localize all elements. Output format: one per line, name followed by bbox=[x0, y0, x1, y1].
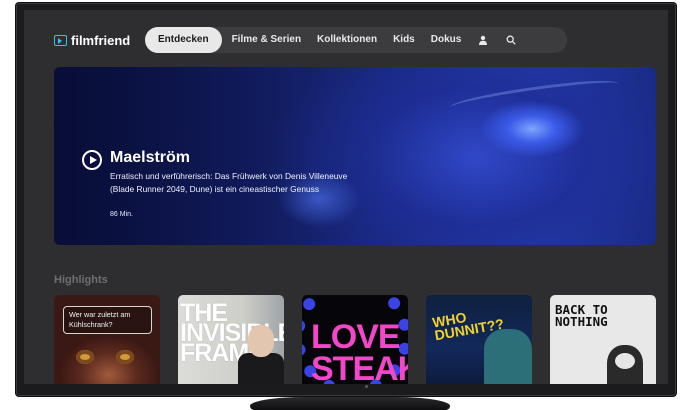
play-icon[interactable] bbox=[82, 150, 102, 170]
tv-frame: filmfriend Entdecken Filme & Serien Koll… bbox=[16, 3, 676, 396]
hero-title: Maelström bbox=[110, 149, 191, 166]
highlight-tile[interactable]: THE INVISIBLE FRAME bbox=[178, 295, 284, 384]
highlight-tile[interactable]: BACK TO NOTHING bbox=[550, 295, 656, 384]
highlight-tile[interactable]: LOVE STEAKS bbox=[302, 295, 408, 384]
play-screen-icon bbox=[54, 35, 67, 46]
hero-duration: 86 Min. bbox=[110, 211, 133, 218]
tv-screen: filmfriend Entdecken Filme & Serien Koll… bbox=[24, 10, 668, 384]
nav-item-entdecken[interactable]: Entdecken bbox=[145, 27, 222, 53]
highlight-tile[interactable]: WHO DUNNIT?? bbox=[426, 295, 532, 384]
user-icon[interactable] bbox=[469, 27, 497, 53]
hero-banner[interactable]: Maelström Erratisch und verführerisch: D… bbox=[54, 67, 656, 245]
brand-logo[interactable]: filmfriend bbox=[54, 33, 130, 48]
search-icon[interactable] bbox=[497, 27, 525, 53]
poster-background bbox=[484, 329, 532, 384]
tv-led bbox=[365, 385, 368, 388]
poster-figure bbox=[238, 353, 284, 384]
nav-item-dokus[interactable]: Dokus bbox=[423, 27, 470, 53]
poster-face bbox=[248, 325, 274, 357]
highlight-tile[interactable]: Wer war zuletzt am Kühlschrank? bbox=[54, 295, 160, 384]
hero-description: Erratisch und verführerisch: Das Frühwer… bbox=[110, 171, 348, 194]
highlights-heading: Highlights bbox=[54, 274, 108, 286]
tile-caption: Wer war zuletzt am Kühlschrank? bbox=[63, 306, 152, 334]
poster-figure bbox=[607, 345, 643, 384]
nav-item-filme-serien[interactable]: Filme & Serien bbox=[224, 27, 309, 53]
tile-caption: LOVE STEAKS bbox=[311, 318, 408, 384]
brand-name: filmfriend bbox=[71, 33, 131, 48]
character-eye bbox=[76, 350, 94, 364]
tile-caption: BACK TO NOTHING bbox=[555, 302, 608, 329]
top-nav: Entdecken Filme & Serien Kollektionen Ki… bbox=[145, 27, 567, 53]
tv-stand bbox=[250, 397, 450, 410]
nav-item-kids[interactable]: Kids bbox=[385, 27, 423, 53]
nav-item-kollektionen[interactable]: Kollektionen bbox=[309, 27, 385, 53]
character-eye bbox=[116, 350, 134, 364]
